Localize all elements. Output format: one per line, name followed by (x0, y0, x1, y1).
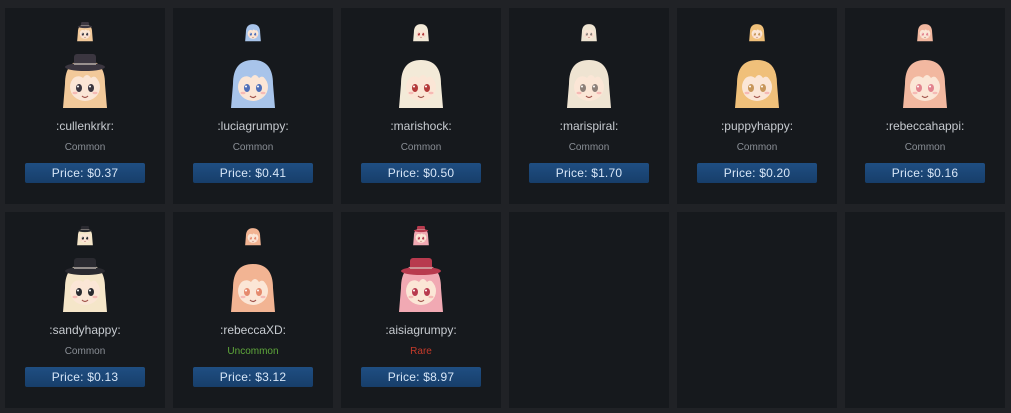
emote-large-icon (63, 258, 107, 312)
price-label: Price: $0.50 (387, 166, 455, 180)
emote-rarity: Common (736, 142, 778, 153)
empty-card-slot (677, 212, 837, 408)
emote-card[interactable]: :puppyhappy: Common Price: $0.20 (677, 8, 837, 204)
empty-card-slot (509, 212, 669, 408)
price-button[interactable]: Price: $0.50 (361, 163, 481, 183)
emote-large-icon (399, 60, 443, 108)
price-button[interactable]: Price: $0.37 (25, 163, 145, 183)
emote-name: :cullenkrkr: (55, 119, 114, 133)
emote-small-icon (77, 22, 93, 42)
emote-rarity: Common (568, 142, 610, 153)
emote-card[interactable]: :rebeccaXD: Uncommon Price: $3.12 (173, 212, 333, 408)
emote-rarity: Rare (410, 346, 432, 357)
emote-card[interactable]: :aisiagrumpy: Rare Price: $8.97 (341, 212, 501, 408)
emote-small-icon (413, 226, 429, 246)
emote-card[interactable]: :rebeccahappi: Common Price: $0.16 (845, 8, 1005, 204)
price-label: Price: $0.37 (51, 166, 119, 180)
emote-large-icon (735, 60, 779, 108)
emote-large-icon (231, 60, 275, 108)
price-button[interactable]: Price: $3.12 (193, 367, 313, 387)
emote-rarity: Common (232, 142, 274, 153)
price-button[interactable]: Price: $0.13 (25, 367, 145, 387)
price-label: Price: $8.97 (387, 370, 455, 384)
price-label: Price: $0.16 (891, 166, 959, 180)
emote-small-icon (749, 24, 765, 42)
emote-name: :luciagrumpy: (217, 119, 289, 133)
emote-name: :aisiagrumpy: (385, 323, 457, 337)
price-button[interactable]: Price: $8.97 (361, 367, 481, 387)
price-label: Price: $0.20 (723, 166, 791, 180)
emote-rarity: Common (400, 142, 442, 153)
emote-small-icon (917, 24, 933, 42)
price-button[interactable]: Price: $0.20 (697, 163, 817, 183)
emote-large-icon (231, 264, 275, 312)
emote-name: :marishock: (390, 119, 452, 133)
emote-small-icon (413, 24, 429, 42)
emote-card[interactable]: :sandyhappy: Common Price: $0.13 (5, 212, 165, 408)
emote-name: :rebeccaXD: (219, 323, 287, 337)
emote-large-icon (63, 54, 107, 108)
price-button[interactable]: Price: $0.16 (865, 163, 985, 183)
emote-small-icon (245, 24, 261, 42)
empty-card-slot (845, 212, 1005, 408)
emote-rarity: Uncommon (227, 346, 279, 357)
emote-name: :rebeccahappi: (885, 119, 965, 133)
emote-name: :puppyhappy: (720, 119, 794, 133)
emote-card[interactable]: :marishock: Common Price: $0.50 (341, 8, 501, 204)
emote-large-icon (399, 258, 443, 312)
emote-name: :sandyhappy: (49, 323, 121, 337)
emote-rarity: Common (904, 142, 946, 153)
emote-card[interactable]: :cullenkrkr: Common Price: $0.37 (5, 8, 165, 204)
emote-large-icon (567, 60, 611, 108)
price-label: Price: $0.41 (219, 166, 287, 180)
price-button[interactable]: Price: $1.70 (529, 163, 649, 183)
emote-small-icon (245, 228, 261, 246)
emote-large-icon (903, 60, 947, 108)
emote-name: :marispiral: (559, 119, 619, 133)
price-button[interactable]: Price: $0.41 (193, 163, 313, 183)
emote-small-icon (77, 226, 93, 246)
emote-card[interactable]: :marispiral: Common Price: $1.70 (509, 8, 669, 204)
emote-small-icon (581, 24, 597, 42)
emote-rarity: Common (64, 346, 106, 357)
emote-grid: :cullenkrkr: Common Price: $0.37 :luciag… (0, 0, 1011, 413)
emote-rarity: Common (64, 142, 106, 153)
price-label: Price: $3.12 (219, 370, 287, 384)
price-label: Price: $1.70 (555, 166, 623, 180)
emote-card[interactable]: :luciagrumpy: Common Price: $0.41 (173, 8, 333, 204)
price-label: Price: $0.13 (51, 370, 119, 384)
